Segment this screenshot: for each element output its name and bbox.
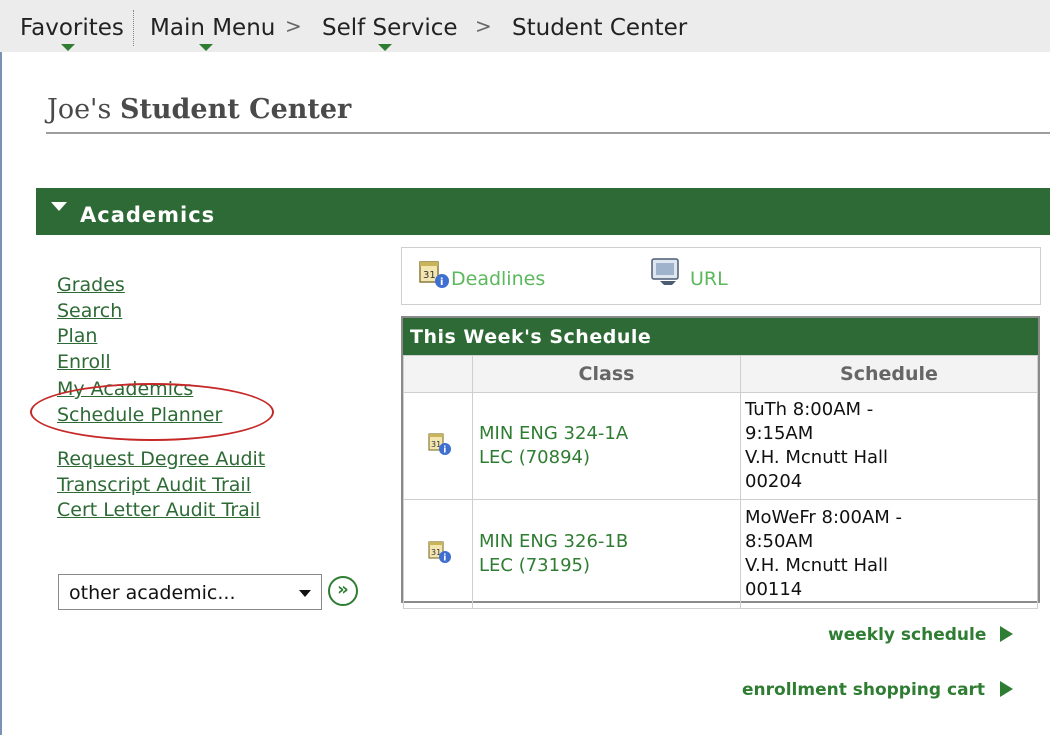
link-grades[interactable]: Grades [57, 274, 125, 296]
table-row: 31 i MIN ENG 326-1B LEC (73195) MoWeFr 8… [403, 499, 1038, 609]
schedule-end-time: 8:50AM [745, 531, 814, 552]
other-academic-select[interactable]: other academic... [58, 574, 322, 610]
go-button[interactable]: » [328, 576, 358, 606]
class-details-icon[interactable]: 31 i [428, 432, 451, 455]
schedule-table: Class Schedule 31 i MIN ENG 324-1A LEC (… [403, 355, 1038, 609]
class-details-icon[interactable]: 31 i [428, 540, 451, 563]
highlight-oval [30, 383, 274, 441]
table-cell: 31 i [403, 392, 473, 500]
nav-self-service[interactable]: Self Service [322, 15, 458, 41]
link-enroll[interactable]: Enroll [57, 351, 111, 373]
schedule-title: This Week's Schedule [410, 326, 652, 348]
svg-text:i: i [443, 445, 446, 455]
class-cell[interactable]: MIN ENG 324-1A LEC (70894) [472, 392, 741, 500]
nav-student-center[interactable]: Student Center [512, 15, 687, 41]
nav-main-menu[interactable]: Main Menu [150, 15, 275, 41]
schedule-days-time: TuTh 8:00AM - [745, 399, 874, 420]
table-header-row: Class Schedule [403, 355, 1038, 393]
class-name[interactable]: MIN ENG 324-1A [479, 422, 739, 446]
collapse-triangle-icon[interactable] [51, 202, 67, 211]
table-row: 31 i MIN ENG 324-1A LEC (70894) TuTh 8:0… [403, 392, 1038, 500]
page-title-owner: Joe's [47, 94, 112, 125]
class-cell[interactable]: MIN ENG 326-1B LEC (73195) [472, 499, 741, 609]
schedule-cell: TuTh 8:00AM - 9:15AM V.H. Mcnutt Hall 00… [740, 392, 1038, 500]
schedule-room: 00114 [745, 579, 803, 600]
deadlines-link[interactable]: Deadlines [451, 268, 545, 290]
chevron-down-icon [299, 590, 311, 597]
url-icon[interactable] [650, 257, 684, 291]
schedule-days-time: MoWeFr 8:00AM - [745, 507, 903, 528]
main-menu-dropdown-arrow-icon[interactable] [199, 44, 213, 51]
breadcrumb-separator-icon: > [285, 14, 302, 38]
table-cell: 31 i [403, 499, 473, 609]
breadcrumb-separator-icon: > [475, 14, 492, 38]
link-request-degree-audit[interactable]: Request Degree Audit [57, 448, 265, 470]
schedule-cell: MoWeFr 8:00AM - 8:50AM V.H. Mcnutt Hall … [740, 499, 1038, 609]
column-header-schedule: Schedule [740, 355, 1038, 393]
select-value: other academic... [69, 582, 236, 604]
nav-favorites[interactable]: Favorites [20, 15, 124, 41]
play-arrow-icon[interactable] [1000, 681, 1013, 697]
weekly-schedule-link[interactable]: weekly schedule [828, 625, 986, 645]
page-title: Joe's Student Center [47, 94, 351, 125]
schedule-building: V.H. Mcnutt Hall [745, 447, 889, 468]
title-divider [46, 132, 1050, 134]
column-header-class: Class [472, 355, 741, 393]
link-plan[interactable]: Plan [57, 325, 97, 347]
svg-text:i: i [443, 553, 446, 563]
url-link[interactable]: URL [690, 268, 728, 290]
schedule-end-time: 9:15AM [745, 423, 814, 444]
link-search[interactable]: Search [57, 300, 122, 322]
class-name[interactable]: MIN ENG 326-1B [479, 530, 739, 554]
calendar-info-icon[interactable]: 31 i [418, 259, 452, 293]
play-arrow-icon[interactable] [1000, 626, 1013, 642]
enrollment-shopping-cart-link[interactable]: enrollment shopping cart [742, 680, 985, 700]
link-cert-letter-audit-trail[interactable]: Cert Letter Audit Trail [57, 499, 260, 521]
nav-divider [133, 10, 134, 46]
schedule-building: V.H. Mcnutt Hall [745, 555, 889, 576]
schedule-room: 00204 [745, 471, 803, 492]
favorites-dropdown-arrow-icon[interactable] [61, 44, 75, 51]
column-header-icon [403, 355, 473, 393]
link-transcript-audit-trail[interactable]: Transcript Audit Trail [57, 474, 251, 496]
self-service-dropdown-arrow-icon[interactable] [378, 44, 392, 51]
page-title-main: Student Center [119, 94, 352, 125]
class-section[interactable]: LEC (73195) [479, 554, 739, 578]
academics-header-label: Academics [80, 203, 216, 227]
svg-text:31: 31 [423, 270, 436, 281]
top-navigation-bar: Favorites Main Menu > Self Service > Stu… [0, 0, 1050, 52]
class-section[interactable]: LEC (70894) [479, 446, 739, 470]
svg-text:i: i [440, 277, 443, 288]
